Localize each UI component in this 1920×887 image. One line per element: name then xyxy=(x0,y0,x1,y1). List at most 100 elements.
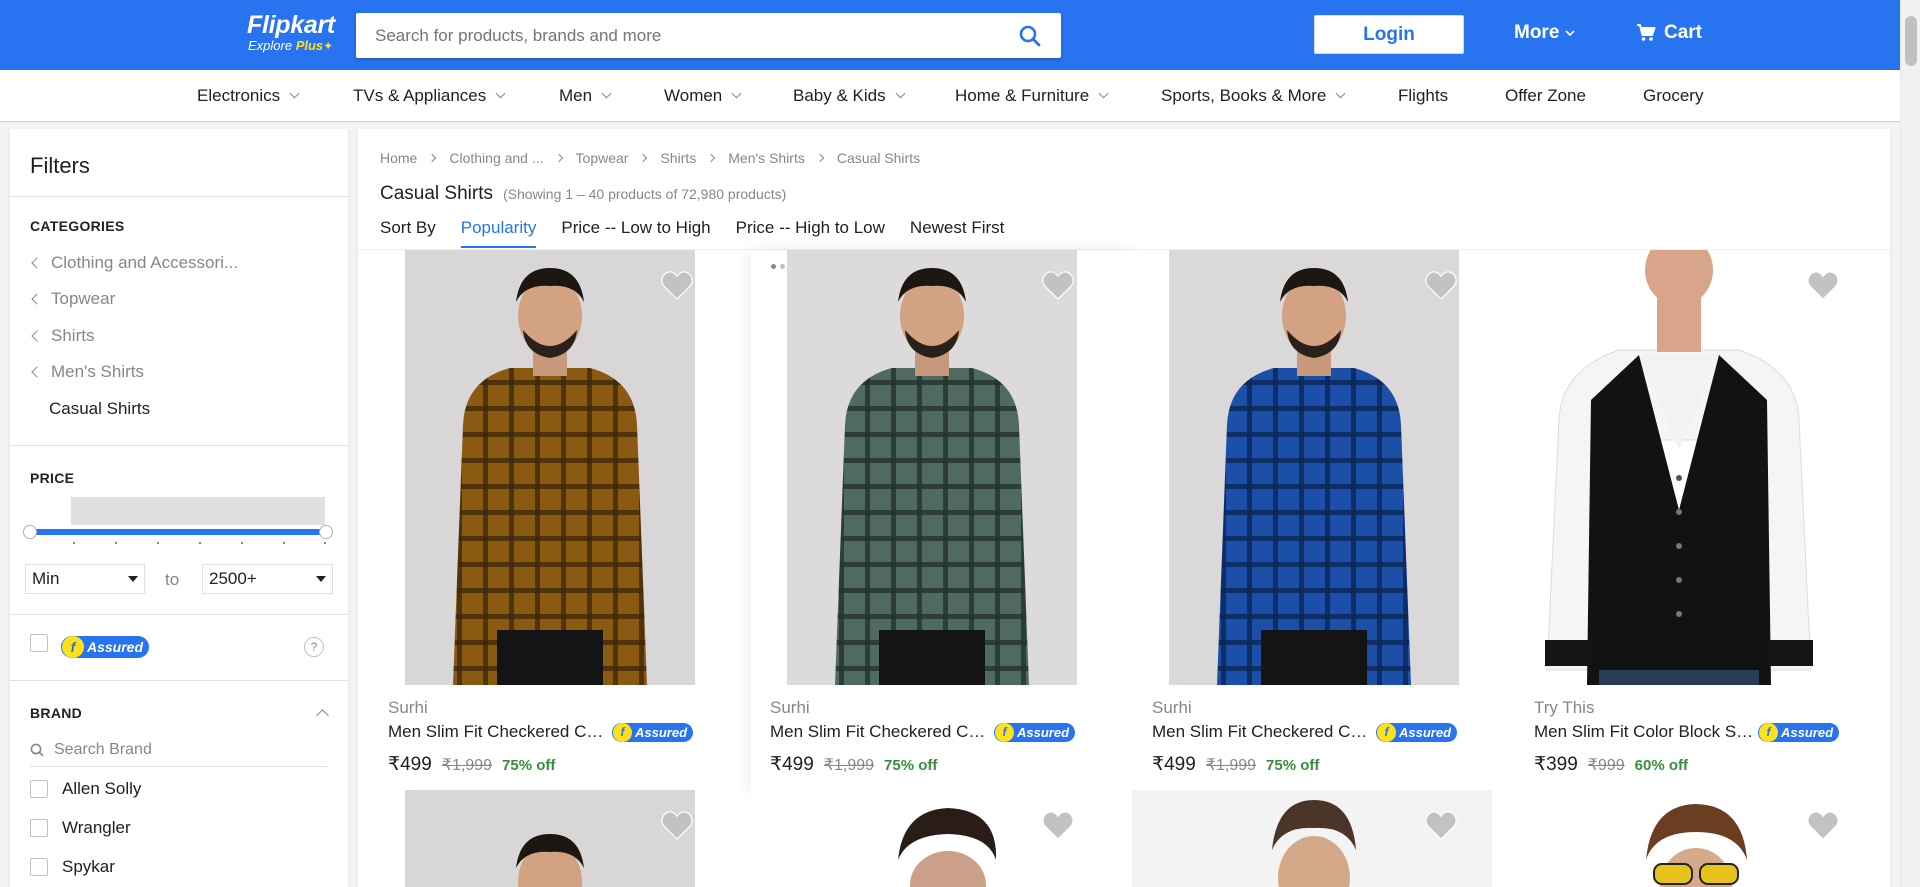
product-title[interactable]: Men Slim Fit Checkered Ca... xyxy=(1152,722,1372,742)
carousel-dot[interactable] xyxy=(771,264,776,269)
price-min-select[interactable]: Min xyxy=(25,564,145,594)
product-title[interactable]: Men Slim Fit Checkered Ca... xyxy=(388,722,608,742)
sort-option-price-high-low[interactable]: Price -- High to Low xyxy=(736,218,885,248)
product-image[interactable] xyxy=(787,250,1077,685)
wishlist-button[interactable] xyxy=(1806,268,1840,302)
price-slider-track[interactable] xyxy=(30,529,327,535)
brand-option-spykar[interactable]: Spykar xyxy=(30,857,115,877)
login-button[interactable]: Login xyxy=(1314,15,1464,54)
more-menu[interactable]: More xyxy=(1514,22,1575,44)
product-card[interactable]: Try This Men Slim Fit Color Block Sp... … xyxy=(1504,250,1886,790)
page-scrollbar[interactable] xyxy=(1900,0,1920,887)
nav-item-home-furniture[interactable]: Home & Furniture xyxy=(955,86,1109,106)
sort-option-newest[interactable]: Newest First xyxy=(910,218,1004,248)
product-card[interactable] xyxy=(751,790,1133,887)
product-card[interactable] xyxy=(358,790,740,887)
category-link-mens-shirts[interactable]: Men's Shirts xyxy=(30,362,144,382)
sort-option-popularity[interactable]: Popularity xyxy=(460,218,537,248)
nav-item-grocery[interactable]: Grocery xyxy=(1643,86,1703,106)
nav-item-sports-books[interactable]: Sports, Books & More xyxy=(1161,86,1346,106)
category-link-shirts[interactable]: Shirts xyxy=(30,326,94,346)
top-header: Flipkart Explore Plus✦ Login More Cart xyxy=(0,0,1920,70)
wishlist-button[interactable] xyxy=(660,268,694,302)
brand-checkbox[interactable] xyxy=(30,819,48,837)
product-card[interactable] xyxy=(1122,790,1504,887)
brand-search-input[interactable] xyxy=(54,740,304,759)
product-title[interactable]: Men Slim Fit Color Block Sp... xyxy=(1534,722,1754,742)
nav-item-men[interactable]: Men xyxy=(559,86,612,106)
brand-checkbox[interactable] xyxy=(30,858,48,876)
cart-button[interactable]: Cart xyxy=(1636,22,1702,44)
product-card[interactable]: Surhi Men Slim Fit Checkered Ca... f Ass… xyxy=(358,250,740,790)
breadcrumb-clothing[interactable]: Clothing and ... xyxy=(449,150,543,166)
nav-item-label: Home & Furniture xyxy=(955,86,1090,105)
current-category: Casual Shirts xyxy=(49,399,151,418)
nav-item-women[interactable]: Women xyxy=(664,86,742,106)
carousel-dot[interactable] xyxy=(780,264,785,269)
sort-bar: Sort By Popularity Price -- Low to High … xyxy=(380,218,1004,248)
brand-search xyxy=(30,733,327,767)
nav-item-offer-zone[interactable]: Offer Zone xyxy=(1505,86,1586,106)
wishlist-button[interactable] xyxy=(1806,808,1840,842)
product-image[interactable] xyxy=(1169,250,1459,685)
brand-option-wrangler[interactable]: Wrangler xyxy=(30,818,131,838)
heart-icon xyxy=(661,271,693,300)
nav-item-tvs-appliances[interactable]: TVs & Appliances xyxy=(353,86,506,106)
wishlist-button[interactable] xyxy=(1424,268,1458,302)
assured-badge: f Assured xyxy=(61,636,150,658)
chevron-left-icon xyxy=(31,257,43,269)
plus-star-icon: ✦ xyxy=(323,39,334,53)
breadcrumb-shirts[interactable]: Shirts xyxy=(660,150,696,166)
category-link-clothing[interactable]: Clothing and Accessori... xyxy=(30,253,238,273)
brand-option-allen-solly[interactable]: Allen Solly xyxy=(30,779,141,799)
category-link-topwear[interactable]: Topwear xyxy=(30,289,115,309)
flipkart-logo[interactable]: Flipkart Explore Plus✦ xyxy=(247,12,343,56)
product-brand: Surhi xyxy=(770,698,810,717)
product-mrp: ₹1,999 xyxy=(441,757,493,774)
product-title-row: Men Slim Fit Checkered Ca... f Assured xyxy=(770,722,1110,742)
product-brand: Surhi xyxy=(388,698,428,717)
assured-filter-badge: f Assured xyxy=(61,636,150,658)
nav-item-flights[interactable]: Flights xyxy=(1398,86,1448,106)
nav-item-label: Women xyxy=(664,86,723,105)
product-card[interactable] xyxy=(1504,790,1886,887)
nav-item-electronics[interactable]: Electronics xyxy=(197,86,300,106)
wishlist-button[interactable] xyxy=(1041,268,1075,302)
chevron-left-icon xyxy=(31,293,43,305)
product-image[interactable] xyxy=(405,790,695,887)
price-slider-max-handle[interactable] xyxy=(319,525,333,539)
assured-badge: f Assured xyxy=(1376,722,1458,742)
brand-heading: BRAND xyxy=(30,705,83,721)
product-card[interactable]: Surhi Men Slim Fit Checkered Ca... f Ass… xyxy=(751,250,1133,790)
brand-checkbox[interactable] xyxy=(30,780,48,798)
category-link-label: Shirts xyxy=(51,326,95,345)
help-icon[interactable]: ? xyxy=(304,637,324,657)
product-image[interactable] xyxy=(1519,250,1839,685)
price-max-select[interactable]: 2500+ xyxy=(202,564,333,594)
product-image[interactable] xyxy=(405,250,695,685)
product-discount: 75% off xyxy=(1266,757,1320,774)
product-card[interactable]: Surhi Men Slim Fit Checkered Ca... f Ass… xyxy=(1122,250,1504,790)
product-photo xyxy=(405,250,695,685)
wishlist-button[interactable] xyxy=(1424,808,1458,842)
price-slider-min-handle[interactable] xyxy=(23,525,37,539)
chevron-up-icon[interactable] xyxy=(316,709,329,722)
search-input[interactable] xyxy=(356,13,996,58)
product-image[interactable] xyxy=(1551,790,1841,887)
breadcrumb-topwear[interactable]: Topwear xyxy=(576,150,629,166)
wishlist-button[interactable] xyxy=(1041,808,1075,842)
nav-item-baby-kids[interactable]: Baby & Kids xyxy=(793,86,906,106)
product-title[interactable]: Men Slim Fit Checkered Ca... xyxy=(770,722,990,742)
sort-option-price-low-high[interactable]: Price -- Low to High xyxy=(561,218,710,248)
breadcrumb-current: Casual Shirts xyxy=(836,150,921,166)
breadcrumb-home[interactable]: Home xyxy=(380,150,417,166)
assured-checkbox[interactable] xyxy=(30,634,48,652)
chevron-right-icon xyxy=(639,153,648,163)
scrollbar-thumb[interactable] xyxy=(1905,16,1917,66)
breadcrumb-mens-shirts[interactable]: Men's Shirts xyxy=(728,150,805,166)
assured-label: Assured xyxy=(87,639,144,655)
wishlist-button[interactable] xyxy=(660,808,694,842)
heart-icon xyxy=(1042,271,1074,300)
search-button[interactable] xyxy=(999,13,1061,58)
heart-icon xyxy=(1807,811,1839,840)
